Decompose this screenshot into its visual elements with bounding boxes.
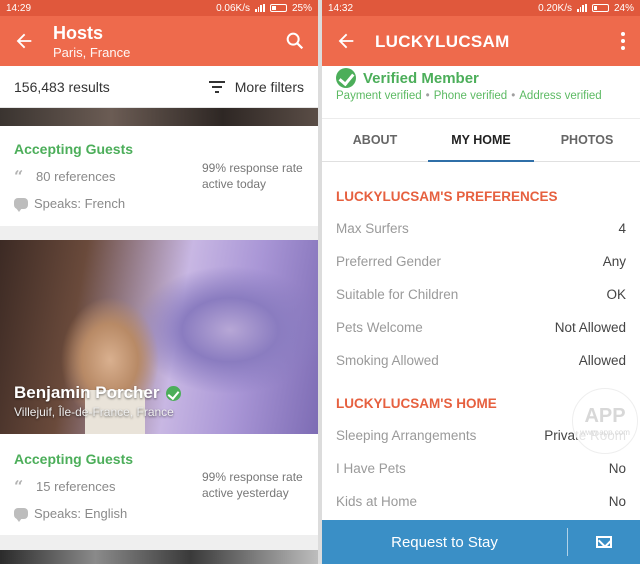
speech-bubble-icon bbox=[14, 508, 28, 522]
signal-icon bbox=[254, 4, 265, 12]
results-bar: 156,483 results More filters bbox=[0, 66, 318, 108]
pref-row: Smoking Allowed Allowed bbox=[336, 353, 626, 368]
verified-member-row: Verified Member bbox=[336, 68, 479, 88]
page-title: Hosts bbox=[53, 23, 104, 43]
pref-row: Pets Welcome Not Allowed bbox=[336, 320, 626, 335]
verified-member-label: Verified Member bbox=[363, 69, 479, 87]
home-heading: LUCKYLUCSAM'S HOME bbox=[336, 396, 497, 411]
back-arrow-icon[interactable] bbox=[13, 30, 35, 52]
references-count: 80 references bbox=[36, 169, 116, 184]
hosts-screen: 14:29 0.06K/s 25% Hosts Paris, France 15… bbox=[0, 0, 318, 564]
network-speed: 0.20K/s bbox=[538, 2, 572, 14]
status-bar: 14:29 0.06K/s 25% bbox=[0, 0, 318, 16]
pref-row: Preferred Gender Any bbox=[336, 254, 626, 269]
more-filters-button[interactable]: More filters bbox=[208, 78, 304, 95]
preferences-heading: LUCKYLUCSAM'S PREFERENCES bbox=[336, 189, 558, 204]
search-icon[interactable] bbox=[284, 30, 306, 52]
host-card[interactable]: Accepting Guests “ 80 references Speaks:… bbox=[0, 108, 318, 226]
phone-verified: Phone verified bbox=[433, 90, 508, 102]
response-rate: 99% response rate bbox=[202, 470, 303, 484]
profile-screen: 14:32 0.20K/s 24% LUCKYLUCSAM Verified M… bbox=[322, 0, 640, 564]
languages-spoken: Speaks: French bbox=[34, 196, 126, 211]
more-options-icon[interactable] bbox=[620, 32, 626, 52]
tab-about[interactable]: ABOUT bbox=[322, 119, 428, 161]
back-arrow-icon[interactable] bbox=[335, 30, 357, 52]
verified-check-icon bbox=[165, 385, 181, 401]
more-filters-label: More filters bbox=[234, 78, 304, 95]
request-bar: Request to Stay bbox=[322, 520, 640, 564]
home-row: Kids at Home No bbox=[336, 494, 626, 509]
profile-username: LUCKYLUCSAM bbox=[375, 32, 510, 51]
pref-row: Suitable for Children OK bbox=[336, 287, 626, 302]
filter-icon bbox=[208, 80, 225, 93]
tab-my-home[interactable]: MY HOME bbox=[428, 119, 534, 162]
references-count: 15 references bbox=[36, 479, 116, 494]
message-button[interactable] bbox=[568, 536, 640, 548]
address-verified: Address verified bbox=[519, 90, 602, 102]
signal-icon bbox=[576, 4, 587, 12]
profile-appbar: LUCKYLUCSAM bbox=[322, 16, 640, 66]
status-time: 14:29 bbox=[6, 2, 32, 14]
accepting-guests-status: Accepting Guests bbox=[14, 451, 134, 467]
results-count: 156,483 results bbox=[14, 78, 110, 95]
battery-percent: 25% bbox=[291, 2, 312, 14]
verification-list: Payment verified • Phone verified • Address … bbox=[336, 90, 602, 102]
accepting-guests-status: Accepting Guests bbox=[14, 141, 134, 157]
status-time: 14:32 bbox=[328, 2, 354, 14]
last-active: active today bbox=[202, 177, 267, 191]
host-card[interactable]: Benjamin Porcher Villejuif, Île-de-Franc… bbox=[0, 240, 318, 535]
host-photo bbox=[0, 108, 318, 126]
home-row: I Have Pets No bbox=[336, 461, 626, 476]
host-location: Villejuif, Île-de-France, France bbox=[14, 405, 174, 419]
battery-percent: 24% bbox=[613, 2, 634, 14]
request-to-stay-button[interactable]: Request to Stay bbox=[322, 534, 567, 551]
quote-icon: “ bbox=[14, 477, 24, 496]
payment-verified: Payment verified bbox=[336, 90, 422, 102]
speech-bubble-icon bbox=[14, 198, 28, 212]
battery-icon bbox=[269, 4, 287, 12]
verified-check-icon bbox=[336, 68, 356, 88]
host-photo bbox=[0, 550, 318, 564]
last-active: active yesterday bbox=[202, 486, 289, 500]
hosts-appbar: Hosts Paris, France bbox=[0, 16, 318, 66]
status-bar: 14:32 0.20K/s 24% bbox=[322, 0, 640, 16]
battery-icon bbox=[591, 4, 609, 12]
response-rate: 99% response rate bbox=[202, 161, 303, 175]
tab-photos[interactable]: PHOTOS bbox=[534, 119, 640, 161]
host-name[interactable]: Benjamin Porcher bbox=[14, 383, 181, 403]
network-speed: 0.06K/s bbox=[216, 2, 250, 14]
watermark-logo: APP www.app.com bbox=[572, 388, 638, 454]
profile-tabs: ABOUT MY HOME PHOTOS bbox=[322, 118, 640, 162]
pref-row: Max Surfers 4 bbox=[336, 221, 626, 236]
quote-icon: “ bbox=[14, 167, 24, 186]
mail-icon bbox=[596, 536, 612, 548]
location-subtitle: Paris, France bbox=[53, 45, 131, 60]
languages-spoken: Speaks: English bbox=[34, 506, 128, 521]
